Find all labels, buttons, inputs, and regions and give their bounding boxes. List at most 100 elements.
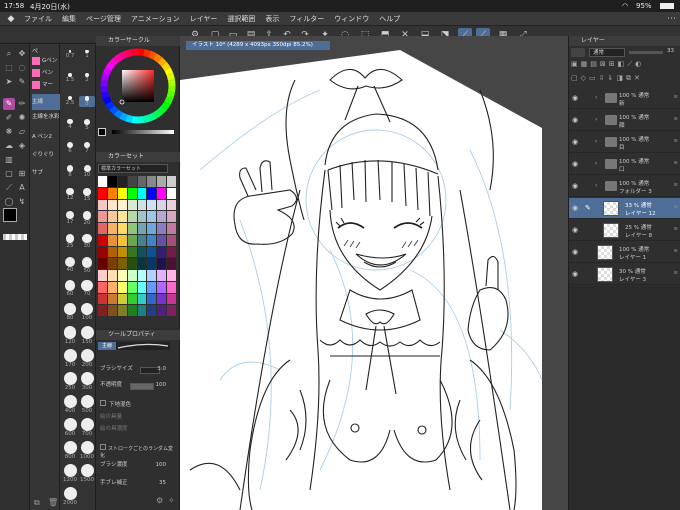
layer-menu-icon[interactable]: ≡ xyxy=(673,160,678,166)
color-swatch[interactable] xyxy=(137,293,147,305)
lock-icon[interactable]: ⊠ xyxy=(600,60,606,70)
subtool-item-guriguri[interactable]: ぐりぐり xyxy=(32,150,60,161)
color-swatch[interactable] xyxy=(107,305,117,316)
ruler-icon[interactable]: ⟋ xyxy=(3,182,15,194)
clip-icon[interactable]: ▣ xyxy=(571,60,578,70)
layer-folder-row[interactable]: ◉ › 100 % 通常目 ≡ xyxy=(569,132,680,153)
layer-menu-icon[interactable]: ≡ xyxy=(673,270,678,276)
menu-view[interactable]: 表示 xyxy=(265,14,279,24)
color-swatch[interactable] xyxy=(98,211,107,222)
menu-file[interactable]: ファイル xyxy=(24,14,52,24)
brush-size-preset[interactable]: 700 xyxy=(79,418,95,437)
color-swatch[interactable] xyxy=(98,176,107,187)
brush-size-preset[interactable]: 2000 xyxy=(62,487,78,506)
color-swatch[interactable] xyxy=(98,281,107,293)
menu-selection[interactable]: 選択範囲 xyxy=(227,14,255,24)
color-swatch[interactable] xyxy=(167,234,176,246)
color-swatch[interactable] xyxy=(147,293,157,305)
color-swatch[interactable] xyxy=(107,187,117,199)
eraser-icon[interactable]: ▱ xyxy=(16,126,28,138)
color-swatch[interactable] xyxy=(137,234,147,246)
color-swatch[interactable] xyxy=(117,293,127,305)
draft-icon[interactable]: ▤ xyxy=(590,60,597,70)
brush-size-preset[interactable]: 600 xyxy=(62,418,78,437)
eye-icon[interactable]: ◉ xyxy=(572,182,580,190)
reference-icon[interactable]: ▦ xyxy=(581,60,588,70)
color-swatch[interactable] xyxy=(167,211,176,222)
under-color-checkbox[interactable] xyxy=(100,400,106,406)
color-swatch[interactable] xyxy=(167,176,176,187)
color-swatch[interactable] xyxy=(117,270,127,281)
color-swatch[interactable] xyxy=(157,305,167,316)
brush-size-preset[interactable]: 3 xyxy=(79,96,95,107)
color-swatch[interactable] xyxy=(147,270,157,281)
pencil-icon[interactable]: ✏ xyxy=(16,98,28,110)
brush-size-preset[interactable]: 4 xyxy=(62,119,78,130)
brush-size-preset[interactable]: 500 xyxy=(79,395,95,414)
current-color-chip[interactable] xyxy=(98,128,106,136)
zoom-icon[interactable]: ⌕ xyxy=(3,48,15,60)
color-swatch[interactable] xyxy=(147,187,157,199)
color-swatch[interactable] xyxy=(117,176,127,187)
brush-size-preset[interactable]: 1200 xyxy=(62,464,78,483)
brush-size-preset[interactable]: 100 xyxy=(79,303,95,321)
merge-icon[interactable]: ⇓ xyxy=(608,74,614,84)
color-swatch[interactable] xyxy=(127,199,137,211)
color-swatch[interactable] xyxy=(157,211,167,222)
layer-menu-icon[interactable]: ≡ xyxy=(673,116,678,122)
color-swatch[interactable] xyxy=(127,234,137,246)
eye-icon[interactable]: ◉ xyxy=(572,226,580,234)
copy-subtool-icon[interactable]: ⧉ xyxy=(34,498,40,508)
color-swatch[interactable] xyxy=(107,176,117,187)
brush-icon[interactable]: ✐ xyxy=(3,112,15,124)
lasso-icon[interactable]: ◌ xyxy=(16,62,28,74)
color-swatch[interactable] xyxy=(107,293,117,305)
brush-size-preset[interactable]: 7 xyxy=(79,142,95,154)
app-logo-icon[interactable]: ◆ xyxy=(4,13,18,25)
move-icon[interactable]: ✥ xyxy=(16,48,28,60)
opacity-row[interactable]: 不透明度 100 xyxy=(100,380,176,394)
move-down-icon[interactable]: ⇩ xyxy=(599,74,605,84)
color-swatch[interactable] xyxy=(107,270,117,281)
color-swatch[interactable] xyxy=(107,223,117,234)
color-swatch[interactable] xyxy=(137,305,147,316)
layer-menu-icon[interactable]: ≡ xyxy=(673,204,678,210)
color-swatch[interactable] xyxy=(147,281,157,293)
brush-size-preset[interactable]: 2.5 xyxy=(62,96,78,106)
color-swatch[interactable] xyxy=(98,258,107,269)
layer-folder-row[interactable]: ◉ › 100 % 通常口 ≡ xyxy=(569,154,680,175)
subtool-item-gpen[interactable]: Gペン xyxy=(32,56,60,67)
more-icon[interactable]: ⋯ xyxy=(667,14,676,24)
color-swatch[interactable] xyxy=(137,246,147,258)
color-swatch[interactable] xyxy=(157,223,167,234)
color-swatch[interactable] xyxy=(98,305,107,316)
color-set-select[interactable]: 標準カラーセット xyxy=(98,164,168,173)
balloon-icon[interactable]: ◯ xyxy=(3,196,15,208)
color-swatch[interactable] xyxy=(98,246,107,258)
color-swatch[interactable] xyxy=(137,199,147,211)
color-swatch[interactable] xyxy=(98,234,107,246)
brush-size-preset[interactable]: 10 xyxy=(79,165,95,178)
subtool-item-a-pen2[interactable]: A ペン2 xyxy=(32,132,60,143)
color-swatch[interactable] xyxy=(127,305,137,316)
color-swatch[interactable] xyxy=(137,176,147,187)
color-swatch[interactable] xyxy=(127,270,137,281)
layer-menu-icon[interactable]: ≡ xyxy=(673,248,678,254)
brush-size-preset[interactable]: 1000 xyxy=(79,441,95,460)
color-swatch[interactable] xyxy=(147,176,157,187)
brush-size-preset[interactable]: 6 xyxy=(62,142,78,154)
brush-size-preset[interactable]: 80 xyxy=(62,303,78,321)
color-swatch[interactable] xyxy=(147,246,157,258)
color-swatch[interactable] xyxy=(107,211,117,222)
folder-toggle-icon[interactable]: › xyxy=(595,182,597,189)
brush-size-preset[interactable]: 1500 xyxy=(79,464,95,483)
color-swatch[interactable] xyxy=(147,199,157,211)
canvas-artwork[interactable] xyxy=(180,50,568,510)
color-swatch[interactable] xyxy=(107,199,117,211)
gradient-icon[interactable]: ▥ xyxy=(3,154,15,166)
color-swatch[interactable] xyxy=(167,281,176,293)
select-icon[interactable]: ⬚ xyxy=(3,62,15,74)
main-color-chip[interactable] xyxy=(3,208,17,222)
color-layer-icon[interactable]: ◐ xyxy=(635,60,641,70)
airbrush-icon[interactable]: ✺ xyxy=(16,112,28,124)
